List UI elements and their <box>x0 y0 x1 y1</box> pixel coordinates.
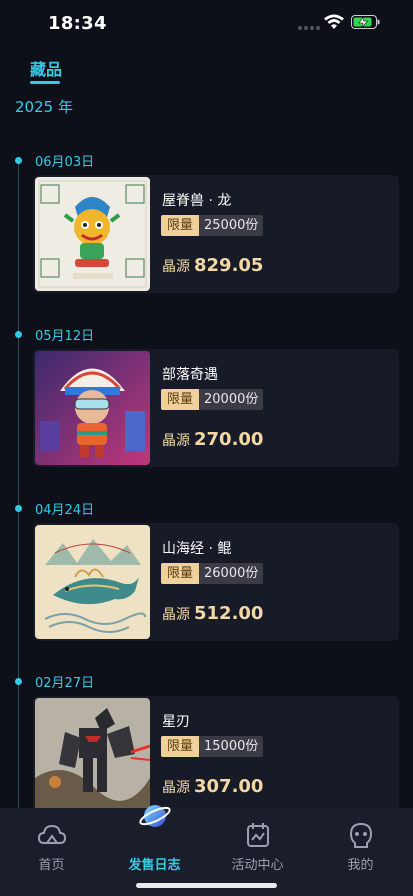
price: 晶源 270.00 <box>162 429 263 450</box>
timeline-dot <box>15 157 22 164</box>
limit-tag: 限量 <box>161 215 200 236</box>
nav-home[interactable]: 首页 <box>0 808 103 896</box>
release-date: 06月03日 <box>35 155 95 170</box>
release-date: 05月12日 <box>35 329 95 344</box>
price-label: 晶源 <box>162 433 190 449</box>
nav-label: 活动中心 <box>231 858 284 873</box>
limit-count: 26000份 <box>199 563 264 584</box>
limit-count: 15000份 <box>199 736 264 757</box>
home-indicator <box>136 883 277 888</box>
tab-underline-indicator <box>30 81 60 84</box>
nav-label: 我的 <box>347 858 374 873</box>
item-name: 星刃 <box>162 714 190 730</box>
signal-dots-icon <box>298 26 320 30</box>
timeline-dot <box>15 331 22 338</box>
price-value: 829.05 <box>194 255 264 276</box>
limit-tag: 限量 <box>161 563 200 584</box>
limit-badge: 限量 26000份 <box>161 563 264 584</box>
nav-label: 首页 <box>38 858 65 873</box>
wifi-icon <box>324 14 344 29</box>
release-date: 04月24日 <box>35 503 95 518</box>
limit-count: 25000份 <box>199 215 264 236</box>
nav-profile[interactable]: 我的 <box>309 808 412 896</box>
price-label: 晶源 <box>162 259 190 275</box>
collectible-card[interactable]: 星刃 限量 15000份 晶源 307.00 <box>33 696 399 814</box>
cloud-home-icon <box>37 824 67 844</box>
battery-charging-icon <box>351 15 380 29</box>
price-label: 晶源 <box>162 780 190 796</box>
nav-label: 发售日志 <box>128 858 181 873</box>
limit-badge: 限量 20000份 <box>161 389 264 410</box>
tribal-character-image <box>35 351 150 465</box>
limit-badge: 限量 25000份 <box>161 215 264 236</box>
collectible-card[interactable]: 部落奇遇 限量 20000份 晶源 270.00 <box>33 349 399 467</box>
price-value: 307.00 <box>194 776 264 797</box>
tab-collection[interactable]: 藏品 <box>30 56 62 80</box>
collectible-card[interactable]: 屋脊兽 · 龙 限量 25000份 晶源 829.05 <box>33 175 399 293</box>
limit-badge: 限量 15000份 <box>161 736 264 757</box>
year-heading: 2025 年 <box>15 98 73 116</box>
timeline-dot <box>15 505 22 512</box>
timeline-dot <box>15 678 22 685</box>
profile-face-icon <box>349 822 373 848</box>
mecha-robot-image <box>35 698 150 812</box>
calendar-icon <box>247 823 269 847</box>
timeline-group: 06月03日 屋脊兽 · 龙 限量 25000份 晶源 829.05 <box>0 151 413 311</box>
price-value: 270.00 <box>194 429 264 450</box>
price-label: 晶源 <box>162 607 190 623</box>
price-value: 512.00 <box>194 603 264 624</box>
status-bar: 18:34 <box>0 0 413 48</box>
price: 晶源 307.00 <box>162 776 263 797</box>
item-name: 山海经 · 鲲 <box>162 541 232 557</box>
item-name: 部落奇遇 <box>162 367 218 383</box>
timeline-group: 05月12日 部落奇遇 限量 20000份 晶源 270.00 <box>0 325 413 485</box>
kun-whale-image <box>35 525 150 639</box>
dragon-roof-beast-image <box>35 177 150 291</box>
limit-tag: 限量 <box>161 389 200 410</box>
release-date: 02月27日 <box>35 676 95 691</box>
item-name: 屋脊兽 · 龙 <box>162 193 232 209</box>
limit-count: 20000份 <box>199 389 264 410</box>
top-tab-bar: 藏品 <box>0 48 413 88</box>
planet-icon <box>139 805 171 827</box>
limit-tag: 限量 <box>161 736 200 757</box>
timeline-group: 04月24日 山海经 · 鲲 限量 26000份 晶源 512.00 <box>0 499 413 659</box>
price: 晶源 829.05 <box>162 255 263 276</box>
collectible-card[interactable]: 山海经 · 鲲 限量 26000份 晶源 512.00 <box>33 523 399 641</box>
price: 晶源 512.00 <box>162 603 263 624</box>
status-time: 18:34 <box>48 13 107 34</box>
